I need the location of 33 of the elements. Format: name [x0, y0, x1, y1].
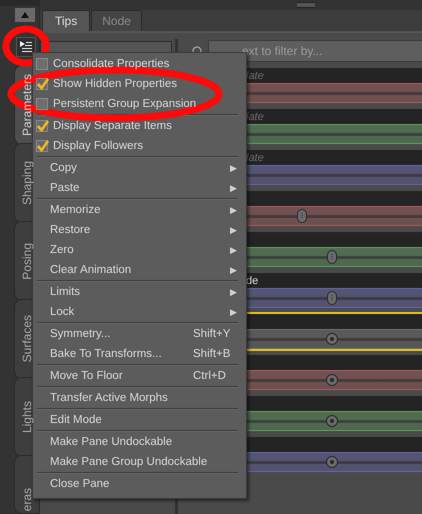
resize-grip-icon[interactable]	[297, 2, 315, 8]
shortcut-label: Shift+B	[193, 348, 230, 360]
property-label: late	[246, 110, 264, 122]
checkbox[interactable]	[36, 120, 48, 132]
menu-list-icon	[19, 40, 33, 54]
slider-thumb[interactable]	[296, 209, 308, 223]
submenu-arrow-icon: ▶	[230, 205, 237, 215]
slider-thumb[interactable]	[326, 332, 338, 346]
submenu-arrow-icon: ▶	[230, 163, 237, 173]
slider-thumb[interactable]	[326, 414, 338, 428]
property-label: late	[246, 70, 264, 82]
checkbox[interactable]	[36, 78, 48, 90]
shortcut-label: Shift+Y	[193, 328, 230, 340]
slider-thumb[interactable]	[326, 291, 338, 305]
tab[interactable]: Node	[91, 10, 142, 31]
submenu-arrow-icon: ▶	[230, 183, 237, 193]
checkbox[interactable]	[36, 58, 48, 70]
submenu-arrow-icon: ▶	[230, 307, 237, 317]
slider-thumb[interactable]	[326, 373, 338, 387]
submenu-arrow-icon: ▶	[230, 245, 237, 255]
checkbox[interactable]	[36, 98, 48, 110]
submenu-arrow-icon: ▶	[230, 265, 237, 275]
property-label: late	[246, 152, 264, 164]
submenu-arrow-icon: ▶	[230, 225, 237, 235]
submenu-arrow-icon: ▶	[230, 287, 237, 297]
slider-thumb[interactable]	[326, 455, 338, 469]
shortcut-label: Ctrl+D	[193, 370, 226, 382]
checkbox[interactable]	[36, 140, 48, 152]
pane-menu-button[interactable]	[16, 37, 36, 57]
triangle-icon	[21, 12, 29, 18]
slider-thumb[interactable]	[326, 250, 338, 264]
scroll-up-button[interactable]	[15, 8, 35, 22]
tab[interactable]: Tips	[42, 10, 90, 31]
